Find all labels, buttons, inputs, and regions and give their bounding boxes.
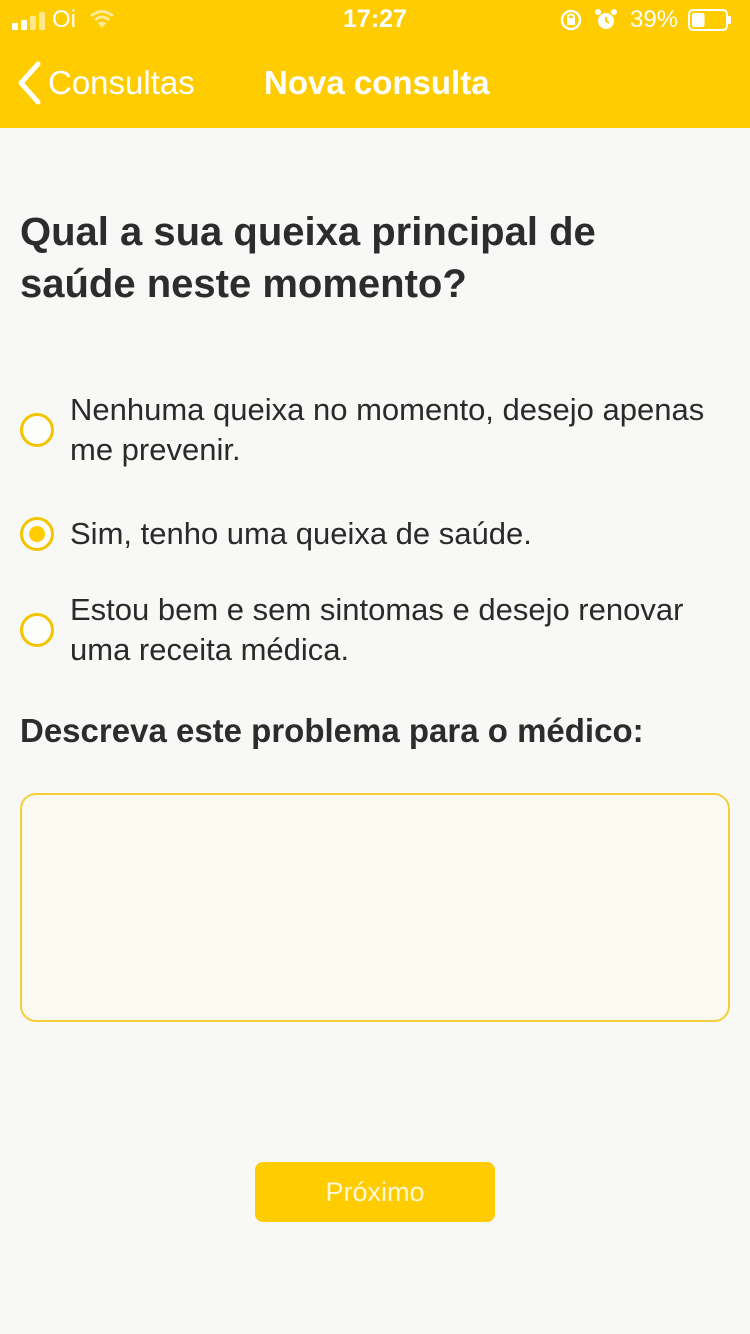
status-bar: Oi 17:27 39% xyxy=(0,0,750,40)
page-title: Nova consulta xyxy=(264,64,490,101)
rotation-lock-icon xyxy=(560,9,582,31)
back-button[interactable]: Consultas xyxy=(16,58,195,108)
alarm-icon xyxy=(595,9,617,29)
option-label: Estou bem e sem sintomas e desejo renova… xyxy=(70,592,684,667)
chevron-left-icon xyxy=(18,61,41,105)
option-health-complaint[interactable]: Sim, tenho uma queixa de saúde. xyxy=(20,514,720,554)
option-no-complaint[interactable]: Nenhuma queixa no momento, desejo apenas… xyxy=(20,390,720,470)
description-label: Descreva este problema para o médico: xyxy=(20,712,644,749)
option-renew-prescription[interactable]: Estou bem e sem sintomas e desejo renova… xyxy=(20,590,720,670)
header: Oi 17:27 39% Consultas Nova consulta xyxy=(0,0,750,128)
radio-button[interactable] xyxy=(20,613,54,647)
new-consultation-screen: Oi 17:27 39% Consultas Nova consulta Qua… xyxy=(0,0,750,1334)
navigation-bar: Consultas Nova consulta xyxy=(0,40,750,128)
description-textarea[interactable] xyxy=(20,793,730,1022)
battery-percent: 39% xyxy=(630,6,679,33)
radio-button[interactable] xyxy=(20,517,54,551)
battery-icon xyxy=(688,9,731,31)
next-button[interactable]: Próximo xyxy=(255,1162,495,1222)
back-label: Consultas xyxy=(48,64,195,101)
option-label: Sim, tenho uma queixa de saúde. xyxy=(70,516,532,551)
option-label: Nenhuma queixa no momento, desejo apenas… xyxy=(70,392,705,467)
radio-button[interactable] xyxy=(20,413,54,447)
question-heading: Qual a sua queixa principal de saúde nes… xyxy=(20,210,596,306)
